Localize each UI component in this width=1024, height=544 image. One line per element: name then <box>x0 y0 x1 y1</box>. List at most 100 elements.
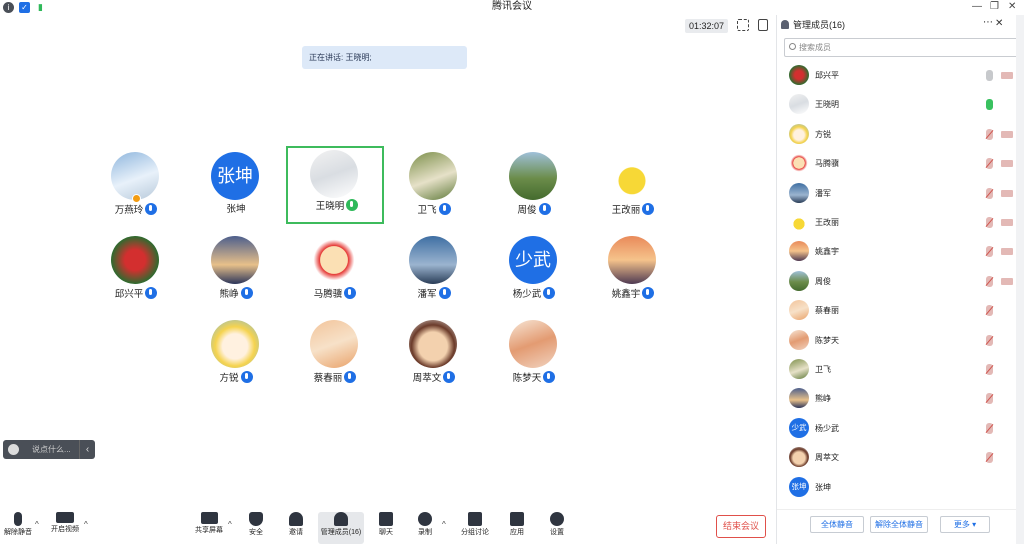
avatar <box>789 388 809 409</box>
mic-muted-icon[interactable] <box>986 422 993 434</box>
member-row[interactable]: 潘军 <box>777 179 1019 208</box>
member-row[interactable]: 邱兴平 <box>777 61 1019 90</box>
manage-members-button[interactable]: 管理成员(16) <box>318 512 364 544</box>
shield-icon[interactable]: ✓ <box>19 2 30 13</box>
member-row[interactable]: 张坤 张坤 <box>777 473 1019 502</box>
members-icon <box>334 512 348 526</box>
mic-icon <box>145 287 158 299</box>
video-off-icon[interactable] <box>1001 277 1013 285</box>
restore-icon[interactable]: ❐ <box>990 0 999 14</box>
shield-icon <box>249 512 263 526</box>
member-row[interactable]: 姚鑫宇 <box>777 237 1019 266</box>
mic-muted-icon[interactable] <box>986 334 993 346</box>
member-row[interactable]: 周萃文 <box>777 443 1019 472</box>
chat-input[interactable]: 说点什么... ‹ <box>3 440 95 459</box>
breakout-button[interactable]: 分组讨论 <box>459 512 491 544</box>
unmute-button[interactable]: 解除静音 <box>3 512 33 544</box>
participant-tile[interactable]: 马腾骥 <box>286 234 384 312</box>
member-row[interactable]: 陈梦天 <box>777 326 1019 355</box>
close-icon[interactable]: ✕ <box>995 18 1003 29</box>
participant-name-line: 卫飞 <box>385 203 483 218</box>
participant-tile[interactable]: 卫飞 <box>385 150 483 228</box>
record-icon <box>418 512 432 526</box>
mic-icon[interactable] <box>986 70 993 81</box>
participant-tile[interactable]: 熊峥 <box>187 234 285 312</box>
chat-button[interactable]: 聊天 <box>375 512 397 544</box>
chevron-up-icon[interactable]: ^ <box>84 520 88 529</box>
participant-tile[interactable]: 王晓明 <box>286 146 384 224</box>
mic-muted-icon[interactable] <box>986 246 993 258</box>
close-icon[interactable]: ✕ <box>1008 0 1016 14</box>
participant-tile[interactable]: 万燕玲 <box>87 150 185 228</box>
info-icon[interactable]: i <box>3 2 14 13</box>
participant-tile[interactable]: 王改丽 <box>584 150 682 228</box>
participant-name: 王改丽 <box>611 205 641 216</box>
participant-name: 万燕玲 <box>114 205 144 216</box>
chevron-left-icon[interactable]: ‹ <box>79 440 95 459</box>
member-name: 张坤 <box>815 482 831 492</box>
participant-tile[interactable]: 蔡春丽 <box>286 318 384 396</box>
mute-all-button[interactable]: 全体静音 <box>810 516 864 533</box>
invite-button[interactable]: 邀请 <box>285 512 307 544</box>
participant-tile[interactable]: 陈梦天 <box>485 318 583 396</box>
member-row[interactable]: 周俊 <box>777 267 1019 296</box>
mic-muted-icon[interactable] <box>986 187 993 199</box>
member-row[interactable]: 方锐 <box>777 120 1019 149</box>
member-row[interactable]: 蔡春丽 <box>777 296 1019 325</box>
end-meeting-button[interactable]: 结束会议 <box>716 515 766 538</box>
participant-tile[interactable]: 方锐 <box>187 318 285 396</box>
signal-icon[interactable]: ▮ <box>35 2 46 13</box>
mic-icon[interactable] <box>986 99 993 111</box>
video-off-icon[interactable] <box>1001 160 1013 168</box>
video-off-icon[interactable] <box>1001 248 1013 256</box>
member-row[interactable]: 马腾骥 <box>777 149 1019 178</box>
chevron-up-icon[interactable]: ^ <box>35 520 39 529</box>
mic-muted-icon[interactable] <box>986 275 993 287</box>
fullscreen-icon[interactable] <box>737 19 749 31</box>
member-row[interactable]: 熊峥 <box>777 384 1019 413</box>
mic-muted-icon[interactable] <box>986 128 993 140</box>
video-off-icon[interactable] <box>1001 130 1013 138</box>
avatar <box>409 236 457 284</box>
participant-tile[interactable]: 姚鑫宇 <box>584 234 682 312</box>
minimize-icon[interactable]: — <box>972 0 982 14</box>
member-row[interactable]: 卫飞 <box>777 355 1019 384</box>
participant-tile[interactable]: 邱兴平 <box>87 234 185 312</box>
member-name: 蔡春丽 <box>815 306 839 316</box>
member-row[interactable]: 王晓明 <box>777 90 1019 119</box>
record-button[interactable]: 录制 <box>414 512 436 544</box>
settings-button[interactable]: 设置 <box>546 512 568 544</box>
participant-tile[interactable]: 周萃文 <box>385 318 483 396</box>
video-off-icon[interactable] <box>1001 189 1013 197</box>
participant-tile[interactable]: 少武 杨少武 <box>485 234 583 312</box>
mic-icon <box>240 371 253 383</box>
member-row[interactable]: 少武 杨少武 <box>777 414 1019 443</box>
chevron-up-icon[interactable]: ^ <box>228 520 232 529</box>
apps-button[interactable]: 应用 <box>506 512 528 544</box>
video-off-icon[interactable] <box>1001 219 1013 226</box>
mic-muted-icon[interactable] <box>986 452 993 464</box>
participant-tile[interactable]: 潘军 <box>385 234 483 312</box>
bottom-toolbar: 解除静音 ^ 开启视频 ^ 共享屏幕 ^ 安全 邀请 管理成员(16) 聊天 录… <box>0 506 776 544</box>
more-icon[interactable]: ⋯ <box>983 17 993 28</box>
member-name: 卫飞 <box>815 365 831 374</box>
video-off-icon[interactable] <box>1001 72 1013 79</box>
member-search-input[interactable]: 搜索成员 <box>784 38 1018 57</box>
chevron-up-icon[interactable]: ^ <box>442 520 446 529</box>
mic-muted-icon[interactable] <box>986 305 993 317</box>
member-row[interactable]: 王改丽 <box>777 208 1019 237</box>
unmute-all-button[interactable]: 解除全体静音 <box>870 516 928 533</box>
mic-muted-icon[interactable] <box>986 364 993 375</box>
mic-muted-icon[interactable] <box>986 158 993 170</box>
participant-tile[interactable]: 周俊 <box>485 150 583 228</box>
emoji-icon[interactable] <box>8 444 19 455</box>
mic-muted-icon[interactable] <box>986 217 993 228</box>
layout-icon[interactable] <box>758 19 768 31</box>
security-button[interactable]: 安全 <box>245 512 267 544</box>
start-video-button[interactable]: 开启视频 <box>50 512 80 544</box>
more-button[interactable]: 更多 ▾ <box>940 516 990 533</box>
participant-tile[interactable]: 张坤 张坤 <box>187 150 285 228</box>
mic-muted-icon[interactable] <box>986 393 993 405</box>
share-screen-button[interactable]: 共享屏幕 <box>193 512 225 544</box>
panel-scrollbar[interactable] <box>1016 15 1024 544</box>
